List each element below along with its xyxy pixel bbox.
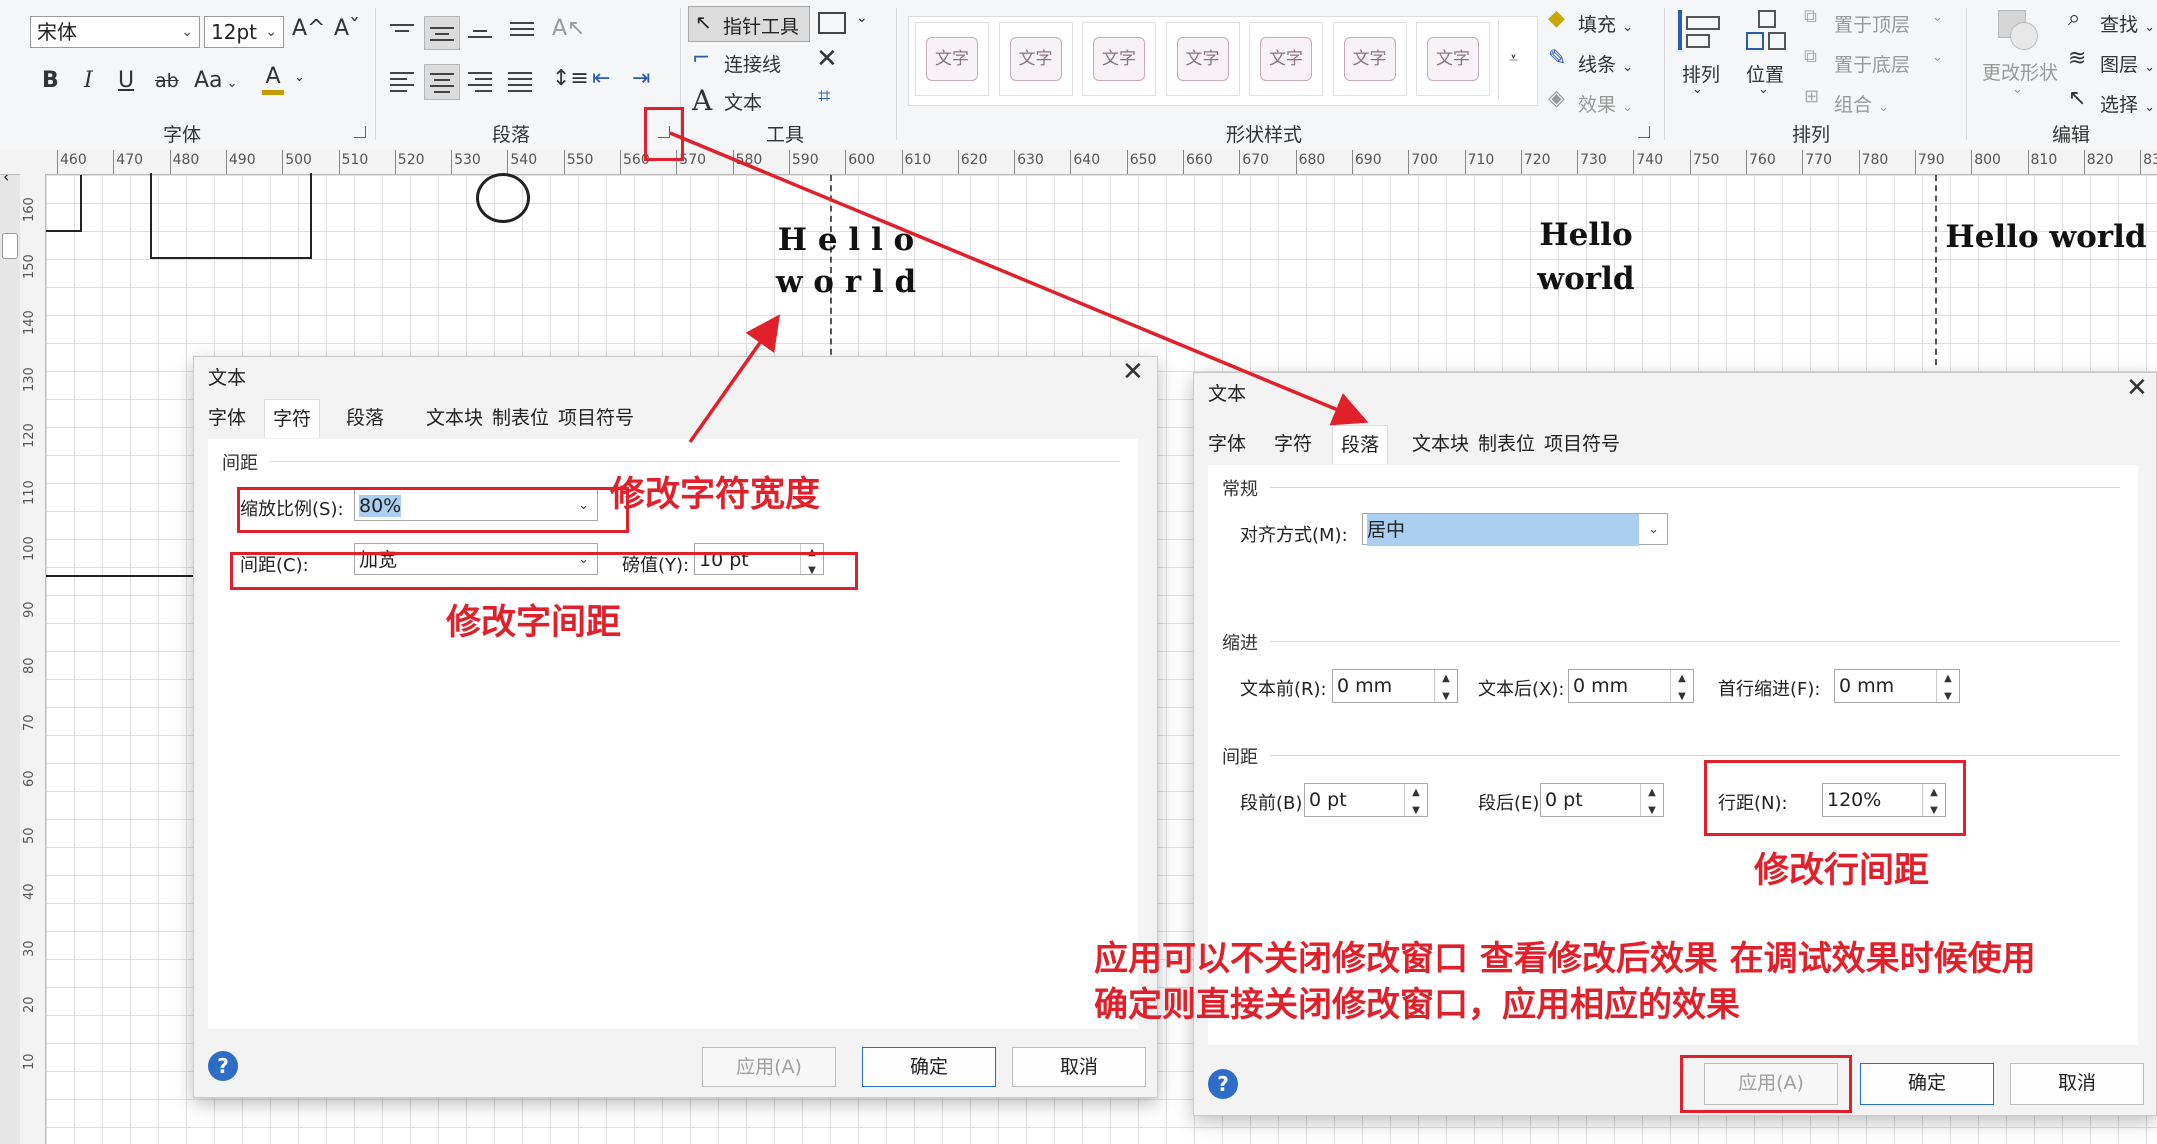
annotation-arrows (669, 131, 1369, 444)
arrow-to-paragraph-dialog (669, 131, 1369, 426)
arrow-to-spaced-text (688, 314, 781, 444)
